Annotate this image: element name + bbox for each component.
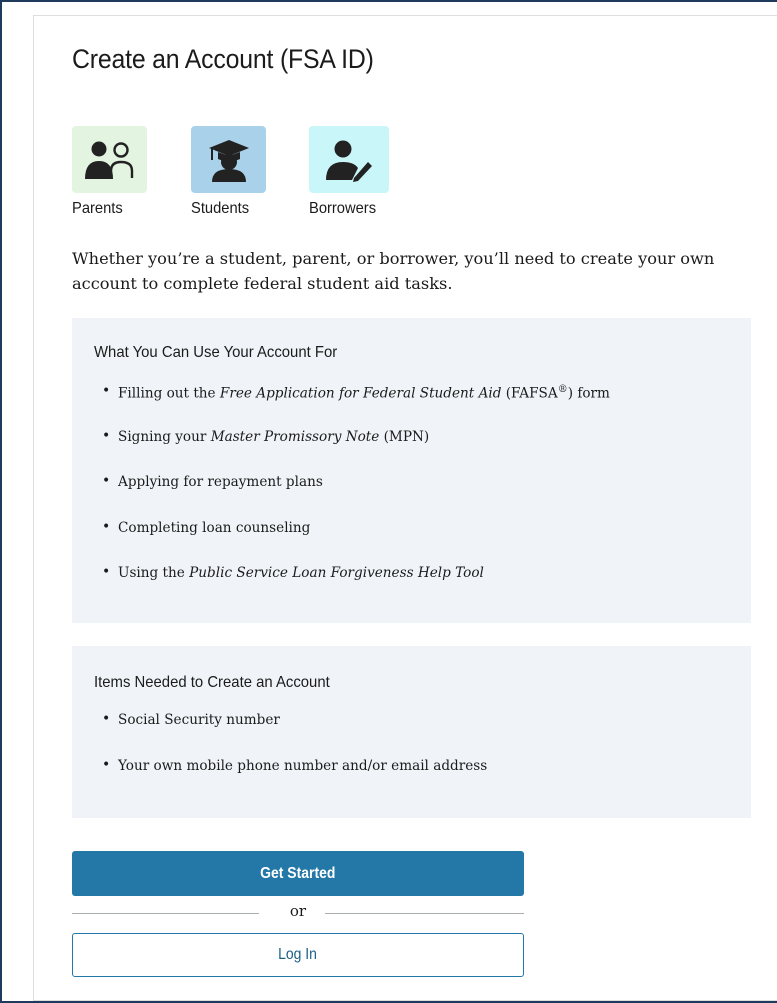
create-account-card: Create an Account (FSA ID) Parents Stude… <box>33 15 777 1001</box>
parents-icon <box>72 126 147 193</box>
list-item: Using the Public Service Loan Forgivenes… <box>102 564 484 581</box>
uses-heading: What You Can Use Your Account For <box>94 344 338 361</box>
list-item: Applying for repayment plans <box>102 473 323 490</box>
needed-heading: Items Needed to Create an Account <box>94 674 330 691</box>
get-started-button[interactable]: Get Started <box>72 851 524 896</box>
list-item: Filling out the Free Application for Fed… <box>102 383 610 402</box>
persona-label-students: Students <box>191 200 250 217</box>
list-item: Social Security number <box>102 711 280 728</box>
persona-label-borrowers: Borrowers <box>309 200 377 217</box>
intro-text: Whether you’re a student, parent, or bor… <box>72 249 715 293</box>
list-item: Your own mobile phone number and/or emai… <box>102 757 487 774</box>
divider-line-right <box>325 913 524 914</box>
borrower-icon <box>309 126 389 193</box>
log-in-button[interactable]: Log In <box>72 933 524 977</box>
persona-parents: Parents <box>72 126 152 217</box>
persona-borrowers: Borrowers <box>309 126 389 217</box>
needed-panel: Items Needed to Create an Account Social… <box>72 646 751 818</box>
or-divider: or <box>72 901 524 925</box>
graduate-icon <box>191 126 266 193</box>
page-title: Create an Account (FSA ID) <box>72 44 374 74</box>
list-item: Signing your Master Promissory Note (MPN… <box>102 428 429 445</box>
list-item: Completing loan counseling <box>102 519 310 536</box>
persona-students: Students <box>191 126 271 217</box>
uses-panel: What You Can Use Your Account For Fillin… <box>72 318 751 623</box>
or-label: or <box>289 902 307 920</box>
persona-label-parents: Parents <box>72 200 123 217</box>
